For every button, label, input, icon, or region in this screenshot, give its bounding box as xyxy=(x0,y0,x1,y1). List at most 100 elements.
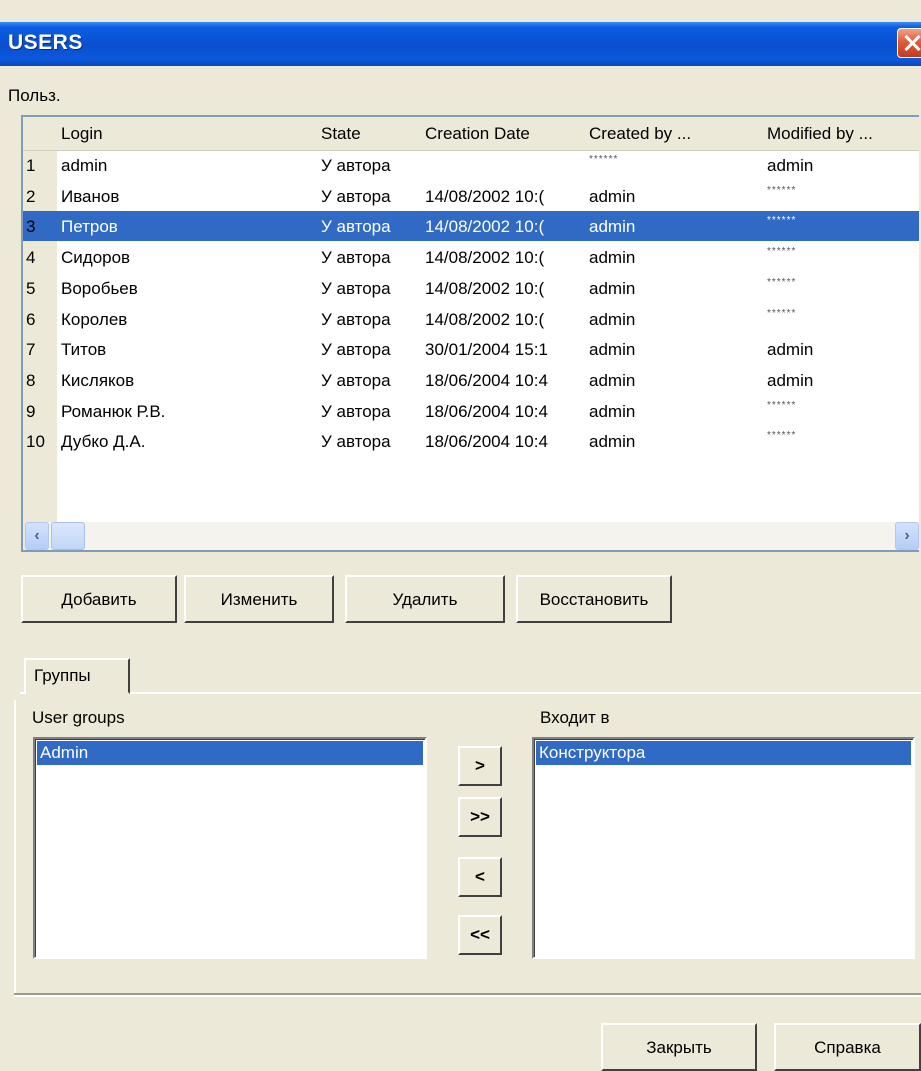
row-number: 8 xyxy=(26,370,36,390)
column-header-created-by[interactable]: Created by ... xyxy=(589,124,761,144)
title-bar: USERS xyxy=(0,22,921,66)
close-icon[interactable] xyxy=(897,28,921,58)
cell-created-by: admin xyxy=(589,278,636,298)
restore-button[interactable]: Восстановить xyxy=(516,575,672,623)
row-number: 5 xyxy=(26,278,36,298)
cell-modified-by: ****** xyxy=(767,430,797,442)
cell-modified-by: ****** xyxy=(767,307,797,319)
cell-state: У автора xyxy=(321,309,391,329)
cell-state: У автора xyxy=(321,278,391,298)
help-button[interactable]: Справка xyxy=(774,1023,921,1071)
cell-created-by: admin xyxy=(589,340,636,360)
horizontal-scrollbar[interactable]: ‹ › xyxy=(25,522,919,550)
cell-login: Сидоров xyxy=(61,248,131,268)
scrollbar-thumb[interactable] xyxy=(51,522,85,550)
member-of-list[interactable]: Конструктора xyxy=(532,737,915,959)
column-header-login[interactable]: Login xyxy=(61,124,311,144)
cell-creation-date: 18/06/2004 10:4 xyxy=(425,432,548,452)
table-row[interactable]: 2 Иванов У автора 14/08/2002 10:( admin *****… xyxy=(23,181,919,211)
tab-divider xyxy=(130,692,921,694)
table-row[interactable]: 5 Воробьев У автора 14/08/2002 10:( admin ***… xyxy=(23,273,919,303)
edit-button[interactable]: Изменить xyxy=(184,575,334,623)
table-row[interactable]: 8 Кисляков У автора 18/06/2004 10:4 admin adm… xyxy=(23,365,919,395)
cell-login: Королев xyxy=(61,309,128,329)
cell-creation-date: 30/01/2004 15:1 xyxy=(425,340,548,360)
cell-created-by: admin xyxy=(589,370,636,390)
table-row[interactable]: 10 Дубко Д.А. У автора 18/06/2004 10:4 admin… xyxy=(23,426,919,456)
row-number: 9 xyxy=(26,401,36,421)
user-groups-list[interactable]: Admin xyxy=(33,737,427,959)
table-row[interactable]: 1 admin У автора ****** admin xyxy=(23,150,919,180)
cell-creation-date: 14/08/2002 10:( xyxy=(425,248,545,268)
cell-created-by: admin xyxy=(589,432,636,452)
cell-creation-date: 14/08/2002 10:( xyxy=(425,186,545,206)
list-item[interactable]: Конструктора xyxy=(536,741,911,765)
table-row[interactable]: 3 Петров У автора 14/08/2002 10:(admin *****… xyxy=(23,211,919,242)
column-header-creation-date[interactable]: Creation Date xyxy=(425,124,585,144)
cell-login: Петров xyxy=(61,217,118,237)
tab-panel-border xyxy=(14,700,16,995)
row-number: 6 xyxy=(26,309,36,329)
table-row[interactable]: 6 Королев У автора 14/08/2002 10:( admin ****… xyxy=(23,304,919,334)
row-number: 1 xyxy=(26,156,36,175)
cell-creation-date: 14/08/2002 10:( xyxy=(425,278,545,298)
row-number: 10 xyxy=(26,432,45,452)
cell-creation-date: 18/06/2004 10:4 xyxy=(425,370,548,390)
cell-modified-by: admin xyxy=(767,340,814,360)
cell-modified-by: admin xyxy=(767,370,814,390)
row-number: 4 xyxy=(26,248,36,268)
footer-separator xyxy=(14,993,921,997)
cell-modified-by: ****** xyxy=(767,215,797,227)
column-header-state[interactable]: State xyxy=(321,124,423,144)
row-number: 2 xyxy=(26,186,36,206)
cell-modified-by: admin xyxy=(767,156,814,175)
tab-divider xyxy=(20,692,26,694)
delete-button[interactable]: Удалить xyxy=(345,575,505,623)
cell-created-by: admin xyxy=(589,309,636,329)
add-button[interactable]: Добавить xyxy=(21,575,177,623)
cell-login: Романюк Р.В. xyxy=(61,401,166,421)
cell-modified-by: ****** xyxy=(767,399,797,411)
cell-modified-by: ****** xyxy=(767,276,797,288)
list-item[interactable]: Admin xyxy=(37,741,423,765)
cell-login: admin xyxy=(61,156,108,175)
arrow-left-icon[interactable]: ‹ xyxy=(25,522,49,550)
cell-creation-date: 14/08/2002 10:( xyxy=(425,217,545,237)
cell-created-by: ****** xyxy=(589,154,619,165)
cell-modified-by: ****** xyxy=(767,246,797,258)
cell-created-by: admin xyxy=(589,248,636,268)
cell-creation-date: 14/08/2002 10:( xyxy=(425,309,545,329)
cell-state: У автора xyxy=(321,217,391,237)
move-right-button[interactable]: > xyxy=(458,746,502,786)
users-grid[interactable]: Login State Creation Date Created by ...… xyxy=(21,115,919,552)
arrow-right-icon[interactable]: › xyxy=(895,522,919,550)
users-section-label: Польз. xyxy=(8,86,61,105)
cell-login: Иванов xyxy=(61,186,120,206)
cell-created-by: admin xyxy=(589,217,636,237)
table-row[interactable]: 7 Титов У автора 30/01/2004 15:1 admin admin xyxy=(23,334,919,364)
cell-created-by: admin xyxy=(589,401,636,421)
cell-login: Титов xyxy=(61,340,107,360)
cell-created-by: admin xyxy=(589,186,636,206)
cell-state: У автора xyxy=(321,186,391,206)
cell-login: Воробьев xyxy=(61,278,138,298)
column-header-modified-by[interactable]: Modified by ... xyxy=(767,124,917,144)
cell-state: У автора xyxy=(321,370,391,390)
table-row[interactable]: 9 Романюк Р.В. У автора 18/06/2004 10:4 admi… xyxy=(23,396,919,426)
window-title: USERS xyxy=(8,31,83,54)
table-row[interactable]: 4 Сидоров У автора 14/08/2002 10:(admin ****… xyxy=(23,242,919,272)
cell-state: У автора xyxy=(321,432,391,452)
tab-groups[interactable]: Группы xyxy=(24,658,130,694)
cell-state: У автора xyxy=(321,340,391,360)
tab-groups-label: Группы xyxy=(34,666,91,685)
cell-state: У автора xyxy=(321,156,391,175)
cell-login: Кисляков xyxy=(61,370,135,390)
member-of-label: Входит в xyxy=(540,708,610,727)
cell-creation-date: 18/06/2004 10:4 xyxy=(425,401,548,421)
move-all-right-button[interactable]: >> xyxy=(458,797,502,837)
cell-modified-by: ****** xyxy=(767,184,797,196)
close-button[interactable]: Закрыть xyxy=(601,1023,757,1071)
move-all-left-button[interactable]: << xyxy=(458,915,502,955)
cell-state: У автора xyxy=(321,401,391,421)
move-left-button[interactable]: < xyxy=(458,857,502,897)
